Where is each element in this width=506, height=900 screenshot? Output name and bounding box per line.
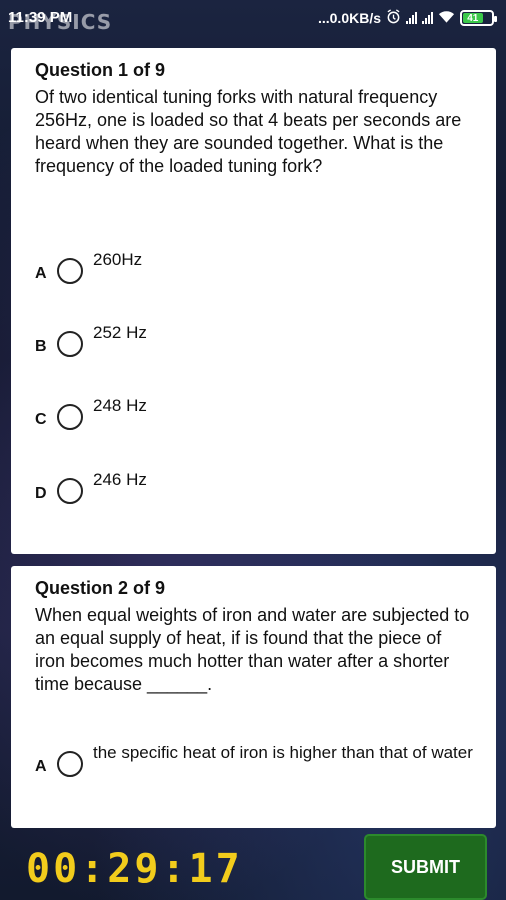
submit-button[interactable]: SUBMIT [364,834,487,900]
option-letter: C [35,411,47,428]
status-icons: ...0.0KB/s 41 [317,9,497,27]
radio-button[interactable] [57,478,83,504]
option-text[interactable]: 260Hz [93,249,142,271]
option-a[interactable]: A the specific heat of iron is higher th… [35,743,476,777]
alarm-clock-icon [386,9,401,27]
clock: 11:39 PM [8,9,73,26]
option-a[interactable]: A 260Hz [35,250,476,284]
option-d[interactable]: D 246 Hz [35,470,476,504]
option-letter: D [35,485,47,502]
battery-icon: 41 [460,10,497,26]
radio-button[interactable] [57,751,83,777]
status-bar: PHYSICS 11:39 PM ...0.0KB/s 41 [0,0,506,36]
option-text[interactable]: 248 Hz [93,395,147,417]
countdown-timer: 00:29:17 [26,846,243,892]
option-text[interactable]: the specific heat of iron is higher than… [93,742,473,764]
option-letter: B [35,338,47,355]
question-card-2: Question 2 of 9 When equal weights of ir… [11,566,496,828]
option-b[interactable]: B 252 Hz [35,323,476,357]
wifi-icon [438,10,455,27]
question-text: When equal weights of iron and water are… [35,605,470,694]
question-number: Question 2 of 9 [35,578,166,598]
radio-button[interactable] [57,404,83,430]
option-text[interactable]: 252 Hz [93,322,147,344]
option-letter: A [35,265,47,282]
option-text[interactable]: 246 Hz [93,469,147,491]
question-number: Question 1 of 9 [35,60,166,80]
battery-level: 41 [463,13,483,24]
question-text: Of two identical tuning forks with natur… [35,87,462,176]
signal-bars-icon [422,12,433,24]
radio-button[interactable] [57,331,83,357]
question-card-1: Question 1 of 9 Of two identical tuning … [11,48,496,554]
option-letter: A [35,758,47,775]
signal-bars-icon [406,12,417,24]
radio-button[interactable] [57,258,83,284]
option-c[interactable]: C 248 Hz [35,396,476,430]
network-speed: ...0.0KB/s [317,10,381,26]
